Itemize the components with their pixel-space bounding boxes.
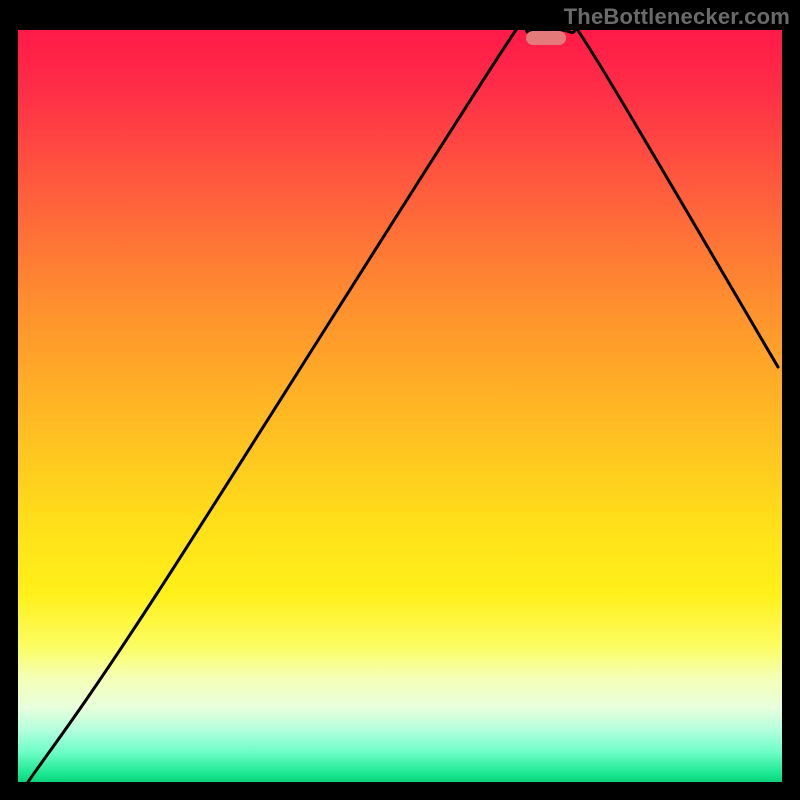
optimum-marker	[526, 31, 566, 45]
chart-frame: TheBottlenecker.com	[0, 0, 800, 800]
plot-area	[18, 30, 782, 782]
watermark-label: TheBottlenecker.com	[564, 4, 790, 30]
bottleneck-curve-path	[28, 30, 778, 782]
bottleneck-curve	[18, 30, 782, 782]
